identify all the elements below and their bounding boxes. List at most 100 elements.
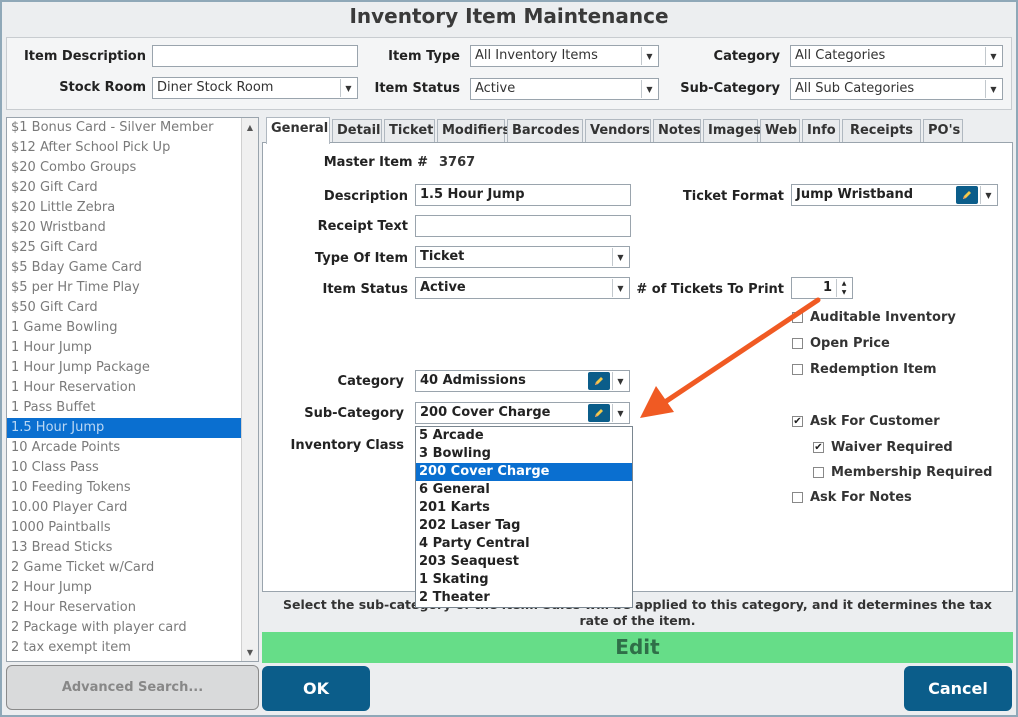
list-item[interactable]: 10 Arcade Points: [7, 438, 258, 458]
tab-barcodes[interactable]: Barcodes: [507, 119, 583, 142]
tab-images[interactable]: Images: [703, 119, 761, 142]
list-item[interactable]: 2 Game Ticket w/Card: [7, 558, 258, 578]
waiver-required-checkbox[interactable]: ✔: [813, 442, 824, 453]
chevron-up-icon[interactable]: ▲: [242, 119, 258, 135]
description-field[interactable]: 1.5 Hour Jump: [415, 184, 631, 206]
tab-modifiers[interactable]: Modifiers: [437, 119, 510, 142]
tab-ticket[interactable]: Ticket: [384, 119, 435, 142]
chevron-down-icon[interactable]: ▼: [242, 644, 258, 660]
ticket-format-label: Ticket Format: [682, 189, 784, 204]
dropdown-option[interactable]: 202 Laser Tag: [416, 517, 632, 535]
chevron-up-icon[interactable]: ▲: [836, 279, 851, 288]
list-item[interactable]: 1 Pass Buffet: [7, 398, 258, 418]
list-item[interactable]: 2 Package with player card: [7, 618, 258, 638]
list-item[interactable]: 1 Hour Reservation: [7, 378, 258, 398]
chevron-down-icon[interactable]: ▼: [980, 186, 996, 204]
list-item[interactable]: 13 Bread Sticks: [7, 538, 258, 558]
chevron-down-icon[interactable]: ▼: [612, 404, 628, 422]
stock-room-label: Stock Room: [59, 80, 146, 95]
receipt-text-field[interactable]: [415, 215, 631, 237]
list-item[interactable]: $25 Gift Card: [7, 238, 258, 258]
list-item[interactable]: 1.5 Hour Jump: [7, 418, 258, 438]
list-item[interactable]: 2 tax exempt item: [7, 638, 258, 658]
arrow-annotation-icon: [640, 297, 821, 418]
list-item[interactable]: $12 After School Pick Up: [7, 138, 258, 158]
dropdown-option[interactable]: 5 Arcade: [416, 427, 632, 445]
chevron-down-icon[interactable]: ▼: [340, 79, 356, 97]
tab-detail[interactable]: Detail: [332, 119, 382, 142]
chevron-down-icon[interactable]: ▼: [641, 47, 657, 65]
list-item[interactable]: $20 Little Zebra: [7, 198, 258, 218]
edit-pencil-icon[interactable]: [588, 372, 610, 390]
check-icon: ✔: [814, 442, 823, 453]
edit-pencil-icon[interactable]: [956, 186, 978, 204]
tab-vendors[interactable]: Vendors: [585, 119, 651, 142]
stock-room-select[interactable]: Diner Stock Room ▼: [152, 77, 358, 99]
item-type-select[interactable]: All Inventory Items ▼: [470, 45, 659, 67]
tab-notes[interactable]: Notes: [653, 119, 701, 142]
chevron-down-icon[interactable]: ▼: [836, 288, 851, 297]
list-item[interactable]: 1 Game Bowling: [7, 318, 258, 338]
category-filter-select[interactable]: All Categories ▼: [790, 45, 1003, 67]
item-list-scrollbar[interactable]: ▲ ▼: [241, 118, 258, 661]
item-status-value: Active: [420, 280, 466, 295]
list-item[interactable]: $20 Wristband: [7, 218, 258, 238]
ticket-format-select[interactable]: Jump Wristband ▼: [791, 184, 998, 206]
sub-category-filter-select[interactable]: All Sub Categories ▼: [790, 78, 1003, 100]
tab-po-s[interactable]: PO's: [923, 119, 963, 142]
list-item[interactable]: 10 Class Pass: [7, 458, 258, 478]
list-item[interactable]: 10 Feeding Tokens: [7, 478, 258, 498]
list-item[interactable]: $5 per Hr Time Play: [7, 278, 258, 298]
sub-category-dropdown-list[interactable]: 5 Arcade 3 Bowling 200 Cover Charge 6 Gener…: [415, 426, 633, 608]
list-item[interactable]: 1000 Paintballs: [7, 518, 258, 538]
list-item[interactable]: 1 Hour Jump: [7, 338, 258, 358]
tab-receipts[interactable]: Receipts: [842, 119, 921, 142]
inventory-class-label: Inventory Class: [290, 438, 404, 453]
list-item[interactable]: 10.00 Player Card: [7, 498, 258, 518]
list-item[interactable]: $20 Gift Card: [7, 178, 258, 198]
chevron-down-icon[interactable]: ▼: [612, 248, 628, 266]
advanced-search-button[interactable]: Advanced Search...: [6, 665, 259, 710]
tab-general[interactable]: General: [266, 117, 330, 144]
dropdown-option[interactable]: 4 Party Central: [416, 535, 632, 553]
chevron-down-icon[interactable]: ▼: [985, 47, 1001, 65]
edit-pencil-icon[interactable]: [588, 404, 610, 422]
dropdown-option[interactable]: 3 Bowling: [416, 445, 632, 463]
dropdown-option[interactable]: 203 Seaquest: [416, 553, 632, 571]
dropdown-option[interactable]: 201 Karts: [416, 499, 632, 517]
item-status-select[interactable]: Active ▼: [415, 277, 630, 299]
chevron-down-icon[interactable]: ▼: [985, 80, 1001, 98]
dropdown-option[interactable]: 2 Theater: [416, 589, 632, 607]
item-list[interactable]: $1 Bonus Card - Silver Member $12 After S…: [6, 117, 259, 662]
list-item[interactable]: $20 Combo Groups: [7, 158, 258, 178]
item-status-filter-select[interactable]: Active ▼: [470, 78, 659, 100]
type-of-item-select[interactable]: Ticket ▼: [415, 246, 630, 268]
dropdown-option[interactable]: 6 General: [416, 481, 632, 499]
membership-required-checkbox[interactable]: [813, 467, 824, 478]
item-list-items: $1 Bonus Card - Silver Member $12 After S…: [7, 118, 258, 658]
chevron-down-icon[interactable]: ▼: [612, 372, 628, 390]
dropdown-option[interactable]: 1 Skating: [416, 571, 632, 589]
category-select[interactable]: 40 Admissions ▼: [415, 370, 630, 392]
ok-button[interactable]: OK: [262, 666, 370, 711]
list-item[interactable]: $50 Gift Card: [7, 298, 258, 318]
ask-for-notes-checkbox[interactable]: [792, 492, 803, 503]
list-item[interactable]: $1 Bonus Card - Silver Member: [7, 118, 258, 138]
tab-web[interactable]: Web: [760, 119, 800, 142]
chevron-down-icon[interactable]: ▼: [641, 80, 657, 98]
list-item[interactable]: $5 Bday Game Card: [7, 258, 258, 278]
description-label: Description: [323, 189, 408, 204]
edit-mode-bar[interactable]: Edit: [262, 632, 1013, 663]
sub-category-select[interactable]: 200 Cover Charge ▼: [415, 402, 630, 424]
ticket-format-value: Jump Wristband: [796, 187, 914, 202]
list-item[interactable]: 2 Hour Jump: [7, 578, 258, 598]
tab-info[interactable]: Info: [802, 119, 840, 142]
sub-category-label: Sub-Category: [304, 406, 404, 421]
dropdown-option[interactable]: 200 Cover Charge: [416, 463, 632, 481]
chevron-down-icon[interactable]: ▼: [612, 279, 628, 297]
cancel-button[interactable]: Cancel: [904, 666, 1012, 711]
list-item[interactable]: 1 Hour Jump Package: [7, 358, 258, 378]
list-item[interactable]: 2 Hour Reservation: [7, 598, 258, 618]
item-description-field[interactable]: [152, 45, 358, 67]
item-type-value: All Inventory Items: [475, 48, 598, 63]
